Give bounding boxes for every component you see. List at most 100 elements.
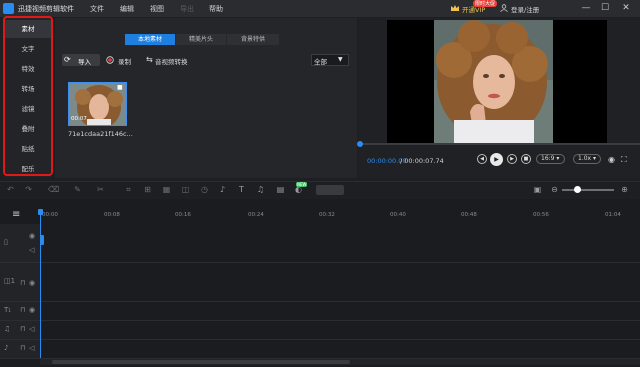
- camera-snapshot-icon[interactable]: ◉: [608, 155, 615, 164]
- tab-backgrounds[interactable]: 背景特供: [227, 34, 279, 45]
- speed-select[interactable]: 1.0x ▾: [573, 154, 601, 164]
- preview-frame-image: [434, 20, 553, 143]
- menu-help[interactable]: 帮助: [209, 4, 223, 14]
- text-track-header: T₁ ⊓ ◉: [0, 302, 40, 321]
- lock-icon[interactable]: ⊓: [20, 279, 25, 287]
- overlay-track-header: ◫1 ⊓ ◉: [0, 263, 40, 302]
- video-camera-icon: ■: [117, 84, 123, 91]
- tab-intros[interactable]: 精美片头: [176, 34, 226, 45]
- text-tool-icon[interactable]: T: [237, 185, 246, 194]
- tab-local-media[interactable]: 本地素材: [125, 34, 175, 45]
- timeline-zoom-slider[interactable]: [562, 189, 614, 191]
- tick-label: 00:40: [390, 212, 406, 218]
- add-track-icon[interactable]: ≡: [12, 209, 20, 220]
- chevron-down-icon: ▼: [338, 56, 343, 63]
- subtitle-icon[interactable]: ▤: [276, 185, 285, 194]
- playhead[interactable]: [40, 210, 41, 358]
- volume-icon[interactable]: ◁: [29, 325, 34, 333]
- tick-label: 00:32: [319, 212, 335, 218]
- overlay-track[interactable]: [40, 263, 640, 302]
- import-label[interactable]: 导入: [78, 56, 91, 66]
- cut-icon[interactable]: ✂: [96, 185, 105, 194]
- tick-label: 01:04: [605, 212, 621, 218]
- login-register-link[interactable]: 登录/注册: [511, 4, 539, 14]
- eye-icon[interactable]: ◉: [29, 232, 35, 240]
- zoom-in-icon[interactable]: ⊕: [620, 185, 629, 194]
- menu-file[interactable]: 文件: [90, 4, 104, 14]
- overlay-track-icon: ◫1: [4, 277, 16, 285]
- microphone-icon[interactable]: ♪: [218, 185, 227, 194]
- redo-icon[interactable]: ↷: [24, 185, 33, 194]
- menu-view[interactable]: 视图: [150, 4, 164, 14]
- tick-label: 00:08: [104, 212, 120, 218]
- music-track-header: ♫ ⊓ ◁: [0, 321, 40, 340]
- tick-label: 00:56: [533, 212, 549, 218]
- text-track[interactable]: [40, 302, 640, 321]
- tick-label: 00:00: [42, 212, 58, 218]
- aspect-ratio-value: 16:9: [541, 155, 555, 162]
- eye-icon[interactable]: ◉: [29, 306, 35, 314]
- voice-track-header: ♪ ⊓ ◁: [0, 340, 40, 359]
- audio-icon[interactable]: ♫: [256, 185, 265, 194]
- vip-promo-badge: 限时大促: [473, 0, 498, 7]
- aspect-ratio-select[interactable]: 16:9 ▾: [536, 154, 565, 164]
- clip-name: 71e1cdaa21f146c...: [68, 130, 133, 138]
- import-icon: ⟳: [64, 55, 71, 64]
- zoom-icon[interactable]: ⊞: [143, 185, 152, 194]
- filter-value: 全部: [314, 58, 327, 66]
- minimize-button[interactable]: —: [580, 2, 592, 14]
- mosaic-icon[interactable]: ▦: [162, 185, 171, 194]
- record-label[interactable]: 录制: [118, 56, 131, 66]
- fit-timeline-icon[interactable]: ▣: [533, 185, 542, 194]
- convert-icon[interactable]: ⇆: [146, 55, 153, 64]
- play-button[interactable]: ▶: [490, 153, 503, 166]
- previous-frame-button[interactable]: ◀: [477, 154, 487, 164]
- tick-label: 00:24: [248, 212, 264, 218]
- timeline-zoom-knob[interactable]: [574, 186, 581, 193]
- menu-export[interactable]: 导出: [180, 4, 194, 14]
- video-track-header: ▯ ◉ ◁: [0, 224, 40, 263]
- playhead-handle[interactable]: [38, 209, 43, 215]
- eye-icon[interactable]: ◉: [29, 279, 35, 287]
- duration-icon[interactable]: ◷: [200, 185, 209, 194]
- fullscreen-icon[interactable]: ⛶: [621, 155, 627, 165]
- close-button[interactable]: ✕: [620, 2, 632, 14]
- app-logo-icon: [3, 3, 14, 14]
- preview-progress-handle[interactable]: [357, 141, 363, 147]
- voice-track[interactable]: [40, 340, 640, 359]
- horizontal-scrollbar-thumb[interactable]: [52, 360, 350, 364]
- tick-label: 00:16: [175, 212, 191, 218]
- music-track-icon: ♫: [4, 325, 11, 333]
- lock-icon[interactable]: ⊓: [20, 325, 25, 333]
- volume-icon[interactable]: ◁: [29, 344, 34, 352]
- convert-label[interactable]: 音视频转换: [155, 56, 188, 66]
- next-frame-button[interactable]: ▶: [507, 154, 517, 164]
- lock-icon[interactable]: ⊓: [20, 306, 25, 314]
- lock-icon[interactable]: ⊓: [20, 344, 25, 352]
- maximize-button[interactable]: ☐: [599, 2, 611, 14]
- preview-progress-bar[interactable]: [359, 143, 640, 145]
- export-button[interactable]: [316, 185, 344, 195]
- stop-button[interactable]: ■: [521, 154, 531, 164]
- mute-icon[interactable]: ◁: [29, 246, 34, 254]
- vip-crown-icon[interactable]: [450, 3, 460, 13]
- freeze-frame-icon[interactable]: ◫: [181, 185, 190, 194]
- undo-icon[interactable]: ↶: [6, 185, 15, 194]
- tick-label: 00:48: [461, 212, 477, 218]
- user-icon[interactable]: [500, 4, 508, 12]
- highlight-box: [3, 16, 53, 176]
- app-title: 迅捷视频剪辑软件: [18, 5, 74, 13]
- video-track[interactable]: [40, 224, 640, 263]
- crop-icon[interactable]: ⌗: [124, 185, 133, 194]
- text-track-icon: T₁: [4, 306, 12, 314]
- delete-icon[interactable]: ⌫: [48, 185, 59, 194]
- preview-frame: [434, 20, 553, 143]
- edit-icon[interactable]: ✎: [73, 185, 82, 194]
- music-track[interactable]: [40, 321, 640, 340]
- timeline-ruler[interactable]: [40, 210, 640, 222]
- playhead-marker[interactable]: [40, 235, 44, 245]
- microphone-track-icon: ♪: [4, 344, 9, 352]
- menu-edit[interactable]: 编辑: [120, 4, 134, 14]
- zoom-out-icon[interactable]: ⊖: [550, 185, 559, 194]
- record-icon[interactable]: [106, 56, 114, 64]
